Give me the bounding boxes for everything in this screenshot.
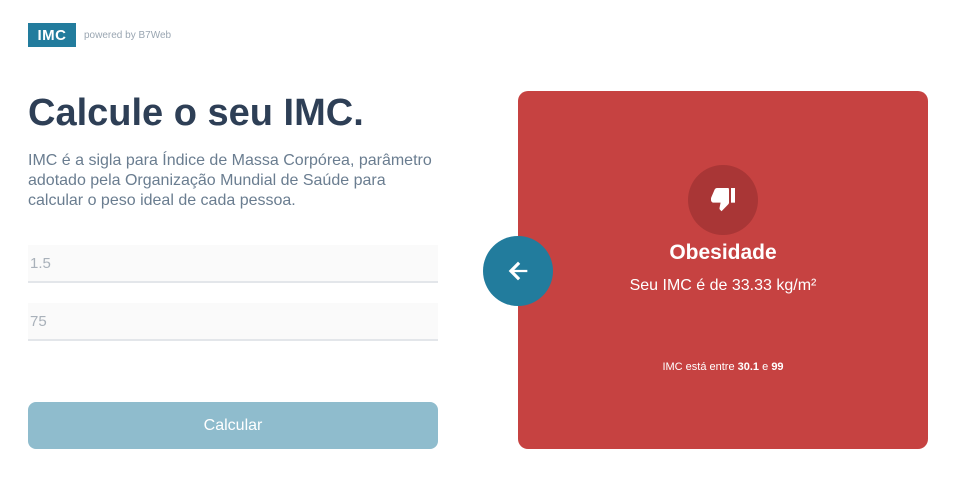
arrow-left-icon: [508, 261, 528, 281]
result-card: Obesidade Seu IMC é de 33.33 kg/m² IMC e…: [518, 91, 928, 449]
result-range: IMC está entre 30.1 e 99: [518, 361, 928, 373]
height-input-value: 1.5: [30, 254, 51, 272]
intro-section: Calcule o seu IMC. IMC é a sigla para Ín…: [28, 90, 438, 211]
logo: IMC: [28, 23, 76, 47]
range-min: 30.1: [737, 361, 760, 373]
result-icon-circle: [688, 165, 758, 235]
result-title: Obesidade: [669, 241, 777, 264]
range-prefix: IMC está entre: [662, 361, 735, 373]
range-max: 99: [771, 361, 784, 373]
calculate-button[interactable]: Calcular: [28, 402, 438, 449]
result-text: Seu IMC é de 33.33 kg/m²: [629, 277, 817, 294]
thumbs-down-icon: [711, 188, 735, 212]
page-description: IMC é a sigla para Índice de Massa Corpó…: [28, 152, 432, 209]
weight-input-value: 75: [30, 312, 47, 330]
weight-input[interactable]: 75: [28, 303, 438, 341]
back-button[interactable]: [483, 236, 553, 306]
header: IMC powered by B7Web: [28, 23, 171, 47]
powered-by-text: powered by B7Web: [84, 29, 172, 41]
page: IMC powered by B7Web Calcule o seu IMC. …: [0, 0, 959, 498]
height-input[interactable]: 1.5: [28, 245, 438, 283]
page-title: Calcule o seu IMC.: [28, 92, 364, 134]
range-joiner: e: [762, 361, 769, 373]
